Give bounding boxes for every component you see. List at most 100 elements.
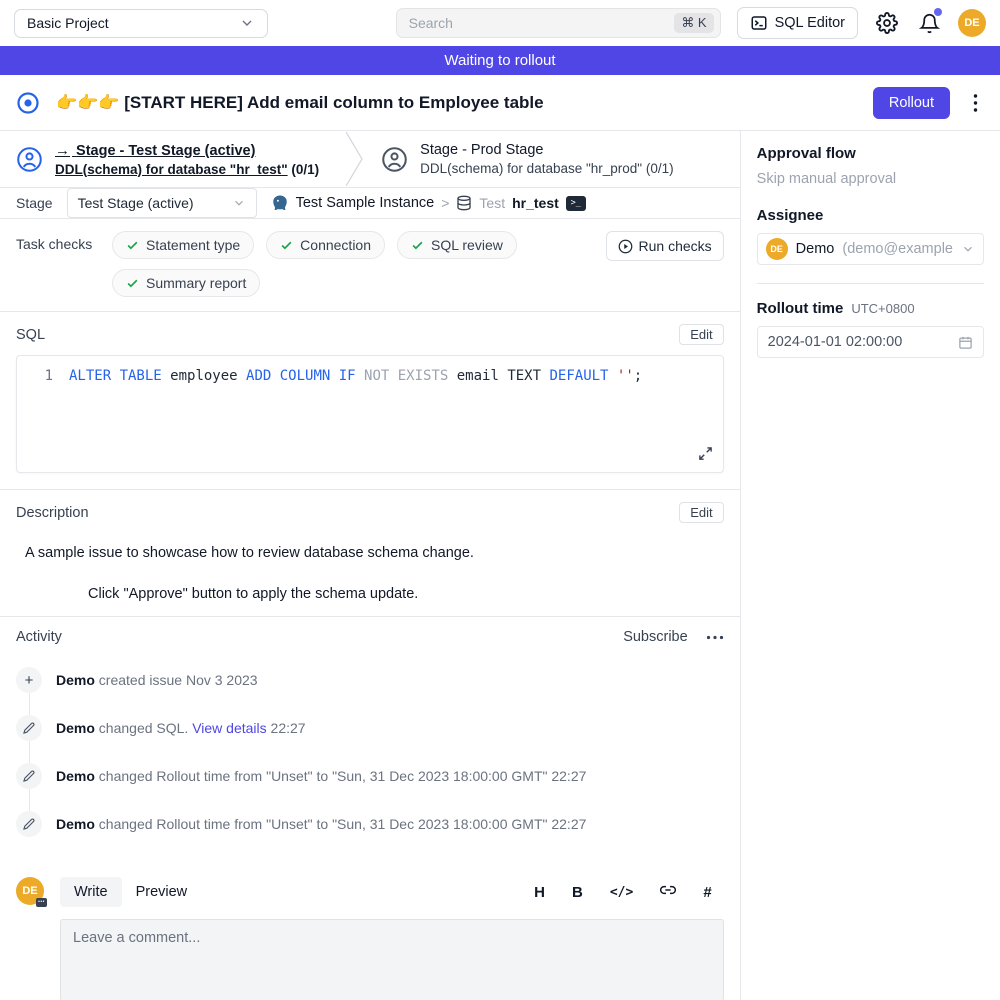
- rollout-time-input[interactable]: 2024-01-01 02:00:00: [757, 326, 984, 358]
- heading-format-button[interactable]: H: [534, 884, 545, 901]
- stage-prod-progress: (0/1): [646, 161, 674, 176]
- description-label: Description: [16, 505, 89, 521]
- sql-editor-label: SQL Editor: [775, 15, 845, 31]
- activity-connector: [29, 693, 30, 715]
- rollout-button[interactable]: Rollout: [873, 87, 950, 119]
- stage-card-test[interactable]: → Stage - Test Stage (active) DDL(schema…: [0, 131, 335, 187]
- check-icon: [126, 239, 139, 252]
- open-sql-editor-icon[interactable]: >_: [566, 196, 586, 211]
- sql-edit-button[interactable]: Edit: [679, 324, 723, 345]
- tab-write[interactable]: Write: [60, 877, 122, 907]
- timezone-label: UTC+0800: [851, 301, 914, 316]
- line-number: 1: [17, 368, 53, 384]
- pencil-icon: [16, 763, 42, 789]
- fullscreen-button[interactable]: [698, 446, 713, 464]
- comment-composer: DE ••• Write Preview H B </>: [16, 877, 724, 1000]
- pencil-icon: [16, 715, 42, 741]
- sql-code-line: 1 ALTER TABLE employee ADD COLUMN IF NOT…: [17, 356, 723, 384]
- app-window: Basic Project Search ⌘ K SQL Editor DE W…: [0, 0, 1000, 1000]
- settings-button[interactable]: [874, 10, 900, 36]
- instance-link[interactable]: Test Sample Instance: [296, 195, 435, 211]
- comment-input[interactable]: [60, 919, 724, 1000]
- task-checks-label: Task checks: [16, 231, 112, 297]
- check-statement-type[interactable]: Statement type: [112, 231, 254, 259]
- assignee-name: Demo: [796, 241, 835, 257]
- stage-lines: → Stage - Test Stage (active) DDL(schema…: [55, 142, 319, 177]
- user-avatar[interactable]: DE: [958, 9, 986, 37]
- project-selector[interactable]: Basic Project: [14, 9, 268, 38]
- right-sidebar: Approval flow Skip manual approval Assig…: [741, 131, 1000, 1000]
- check-summary-report[interactable]: Summary report: [112, 269, 260, 297]
- stage-person-icon-idle: [381, 146, 408, 173]
- assignee-email: (demo@example: [842, 241, 953, 257]
- approval-flow-label: Approval flow: [757, 145, 984, 162]
- play-circle-icon: [618, 239, 633, 254]
- activity-item: Demo changed Rollout time from "Unset" t…: [16, 811, 724, 837]
- activity-item: + Demo created issue Nov 3 2023: [16, 667, 724, 693]
- rollout-time-value: 2024-01-01 02:00:00: [768, 334, 903, 350]
- issue-menu-button[interactable]: [966, 92, 984, 114]
- hash-format-button[interactable]: #: [703, 884, 711, 901]
- stage-person-icon-active: [16, 146, 43, 173]
- activity-menu-button[interactable]: [706, 635, 724, 640]
- subscribe-button[interactable]: Subscribe: [623, 629, 687, 645]
- stage-label: Stage: [16, 195, 53, 211]
- check-icon: [411, 239, 424, 252]
- kebab-horizontal-icon: [706, 635, 724, 640]
- postgres-icon: [271, 194, 289, 212]
- check-connection[interactable]: Connection: [266, 231, 385, 259]
- avatar-initials: DE: [964, 17, 979, 29]
- search-shortcut-badge: ⌘ K: [674, 13, 713, 33]
- sql-editor-button[interactable]: SQL Editor: [737, 7, 858, 39]
- rollout-time-label: Rollout time: [757, 300, 844, 317]
- status-banner: Waiting to rollout: [0, 46, 1000, 75]
- main-area: → Stage - Test Stage (active) DDL(schema…: [0, 131, 1000, 1000]
- view-details-link[interactable]: View details: [192, 720, 266, 736]
- assignee-avatar: DE: [766, 238, 788, 260]
- activity-connector: [29, 741, 30, 763]
- bold-format-button[interactable]: B: [572, 884, 583, 901]
- chevron-down-icon: [232, 196, 246, 210]
- chat-bubble-icon: •••: [36, 898, 47, 907]
- run-checks-button[interactable]: Run checks: [606, 231, 724, 261]
- tab-preview[interactable]: Preview: [122, 877, 202, 907]
- link-format-button[interactable]: [660, 882, 676, 902]
- activity-list: + Demo created issue Nov 3 2023 Demo cha…: [16, 667, 724, 837]
- search-placeholder: Search: [409, 15, 667, 31]
- stage-select[interactable]: Test Stage (active): [67, 188, 257, 218]
- stage-prod-line2: DDL(schema) for database "hr_prod" (0/1): [420, 161, 673, 176]
- database-link[interactable]: hr_test: [512, 195, 559, 211]
- description-line2: Click "Approve" button to apply the sche…: [88, 586, 724, 602]
- code-format-button[interactable]: </>: [610, 885, 633, 900]
- sidebar-divider: [757, 283, 984, 284]
- composer-toolbar: Write Preview H B </> #: [60, 877, 724, 907]
- check-icon: [126, 277, 139, 290]
- check-icon: [280, 239, 293, 252]
- approval-flow-value: Skip manual approval: [757, 171, 984, 187]
- notification-dot: [934, 8, 942, 16]
- task-check-pills: Statement type Connection SQL review Sum…: [112, 231, 606, 297]
- kebab-vertical-icon: [973, 93, 978, 113]
- status-banner-text: Waiting to rollout: [444, 52, 555, 69]
- notifications-button[interactable]: [916, 10, 942, 36]
- task-checks-section: Task checks Statement type Connection SQ…: [0, 219, 740, 312]
- stage-card-prod[interactable]: Stage - Prod Stage DDL(schema) for datab…: [365, 131, 689, 187]
- check-sql-review[interactable]: SQL review: [397, 231, 517, 259]
- assignee-select[interactable]: DE Demo (demo@example: [757, 233, 984, 265]
- stage-test-line1: → Stage - Test Stage (active): [55, 142, 319, 159]
- stage-select-row: Stage Test Stage (active) Test Sample In…: [0, 188, 740, 219]
- stage-lines: Stage - Prod Stage DDL(schema) for datab…: [420, 142, 673, 176]
- description-edit-button[interactable]: Edit: [679, 502, 723, 523]
- issue-content: → Stage - Test Stage (active) DDL(schema…: [0, 131, 741, 1000]
- issue-open-icon: [16, 91, 40, 115]
- stage-separator: [343, 131, 365, 187]
- terminal-icon: [750, 14, 768, 32]
- activity-label: Activity: [16, 629, 62, 645]
- search-input[interactable]: Search ⌘ K: [396, 8, 721, 38]
- sql-editor[interactable]: 1 ALTER TABLE employee ADD COLUMN IF NOT…: [16, 355, 724, 473]
- sql-label: SQL: [16, 327, 45, 343]
- stage-test-progress: (0/1): [291, 162, 319, 177]
- comment-avatar: DE •••: [16, 877, 44, 905]
- top-bar: Basic Project Search ⌘ K SQL Editor DE: [0, 0, 1000, 46]
- issue-title-bar: 👉👉👉 [START HERE] Add email column to Emp…: [0, 75, 1000, 131]
